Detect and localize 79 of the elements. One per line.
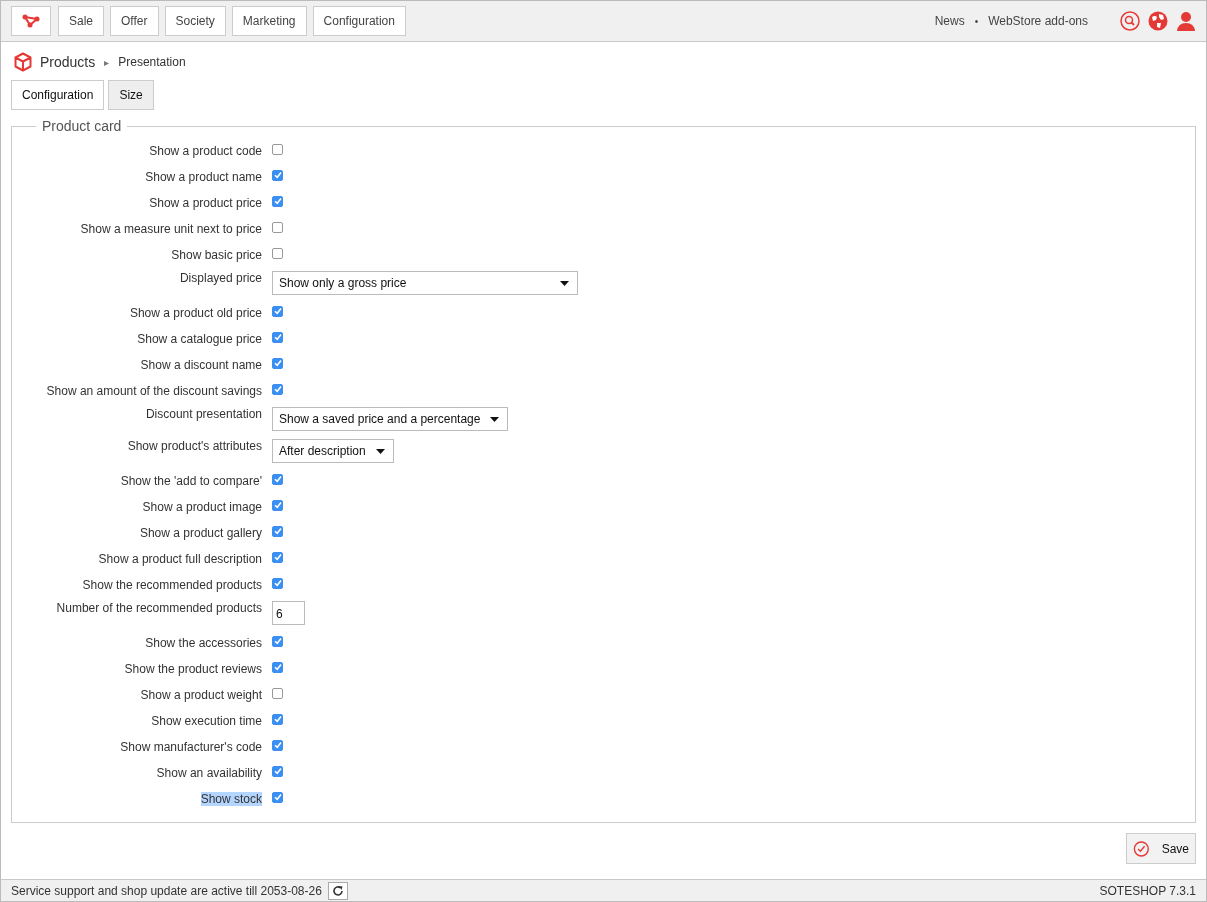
checkbox[interactable] bbox=[272, 357, 283, 369]
nav-button[interactable]: Configuration bbox=[312, 6, 406, 36]
checkbox[interactable] bbox=[272, 661, 283, 673]
field-label: Show basic price bbox=[171, 248, 262, 262]
caret-icon bbox=[375, 448, 385, 454]
checkbox[interactable] bbox=[272, 499, 283, 511]
number-input[interactable]: 6 bbox=[272, 601, 305, 625]
network-icon bbox=[22, 14, 40, 28]
field-label: Show the product reviews bbox=[124, 662, 262, 676]
nav-button[interactable]: Society bbox=[164, 6, 226, 36]
breadcrumb-section[interactable]: Products bbox=[40, 54, 96, 70]
checkbox[interactable] bbox=[272, 247, 283, 259]
nav-link[interactable]: News bbox=[934, 14, 965, 28]
tab[interactable]: Size bbox=[108, 80, 154, 110]
checkbox[interactable] bbox=[272, 765, 283, 777]
field-label: Show an availability bbox=[156, 766, 262, 780]
checkbox[interactable] bbox=[272, 473, 283, 485]
field-label: Show execution time bbox=[151, 714, 262, 728]
checkbox[interactable] bbox=[272, 331, 283, 343]
box-icon bbox=[14, 52, 32, 72]
user-icon[interactable] bbox=[1176, 11, 1196, 31]
dropdown[interactable]: Show only a gross price bbox=[272, 271, 578, 295]
nav-button[interactable]: Offer bbox=[110, 6, 159, 36]
check-circle-icon bbox=[1133, 839, 1150, 858]
caret-icon bbox=[560, 280, 569, 286]
checkbox[interactable] bbox=[272, 551, 283, 563]
panel-legend: Product card bbox=[36, 118, 128, 134]
search-icon[interactable] bbox=[1120, 11, 1140, 31]
field-label: Show a product full description bbox=[98, 552, 262, 566]
checkbox[interactable] bbox=[272, 525, 283, 537]
checkbox[interactable] bbox=[272, 305, 283, 317]
field-label: Show product's attributes bbox=[127, 439, 262, 453]
checkbox[interactable] bbox=[272, 221, 283, 233]
globe-icon[interactable] bbox=[1148, 11, 1168, 31]
save-button[interactable]: Save bbox=[1126, 833, 1196, 864]
field-label: Show stock bbox=[200, 792, 262, 806]
checkbox[interactable] bbox=[272, 713, 283, 725]
field-label: Show a product image bbox=[142, 500, 262, 514]
checkbox[interactable] bbox=[272, 195, 283, 207]
caret-icon bbox=[490, 416, 500, 422]
tab[interactable]: Configuration bbox=[11, 80, 105, 110]
checkbox[interactable] bbox=[272, 739, 283, 751]
field-label: Show a product price bbox=[149, 196, 262, 210]
nav-link[interactable]: WebStore add-ons bbox=[988, 14, 1088, 28]
field-label: Displayed price bbox=[179, 271, 262, 285]
field-label: Number of the recommended products bbox=[56, 601, 262, 615]
field-label: Show a product name bbox=[145, 170, 262, 184]
logo-button[interactable] bbox=[11, 6, 51, 36]
field-label: Show a product old price bbox=[129, 306, 262, 320]
checkbox[interactable] bbox=[272, 169, 283, 181]
field-label: Show the accessories bbox=[145, 636, 262, 650]
field-label: Show a product weight bbox=[140, 688, 262, 702]
nav-button[interactable]: Marketing bbox=[231, 6, 307, 36]
nav-button[interactable]: Sale bbox=[58, 6, 105, 36]
refresh-icon bbox=[331, 884, 344, 897]
field-label: Show manufacturer's code bbox=[120, 740, 262, 754]
breadcrumb-separator: ▸ bbox=[104, 56, 110, 68]
version-label: SOTESHOP 7.3.1 bbox=[1099, 883, 1196, 898]
dropdown[interactable]: After description bbox=[272, 439, 394, 463]
dropdown[interactable]: Show a saved price and a percentage bbox=[272, 407, 509, 431]
field-label: Show the 'add to compare' bbox=[120, 474, 262, 488]
field-label: Show a product code bbox=[149, 144, 262, 158]
checkbox[interactable] bbox=[272, 577, 283, 589]
checkbox[interactable] bbox=[272, 687, 283, 699]
checkbox[interactable] bbox=[272, 791, 283, 803]
field-label: Discount presentation bbox=[145, 407, 262, 421]
field-label: Show the recommended products bbox=[82, 578, 262, 592]
breadcrumb-page: Presentation bbox=[118, 55, 186, 69]
checkbox[interactable] bbox=[272, 635, 283, 647]
field-label: Show a measure unit next to price bbox=[80, 222, 262, 236]
field-label: Show a catalogue price bbox=[137, 332, 262, 346]
refresh-button[interactable] bbox=[327, 881, 348, 900]
status-message: Service support and shop update are active till 2053-08-26 bbox=[11, 883, 322, 898]
checkbox[interactable] bbox=[272, 143, 283, 155]
field-label: Show a product gallery bbox=[139, 526, 262, 540]
field-label: Show an amount of the discount savings bbox=[46, 384, 262, 398]
checkbox[interactable] bbox=[272, 383, 283, 395]
field-label: Show a discount name bbox=[140, 358, 262, 372]
separator-dot: • bbox=[974, 15, 979, 27]
